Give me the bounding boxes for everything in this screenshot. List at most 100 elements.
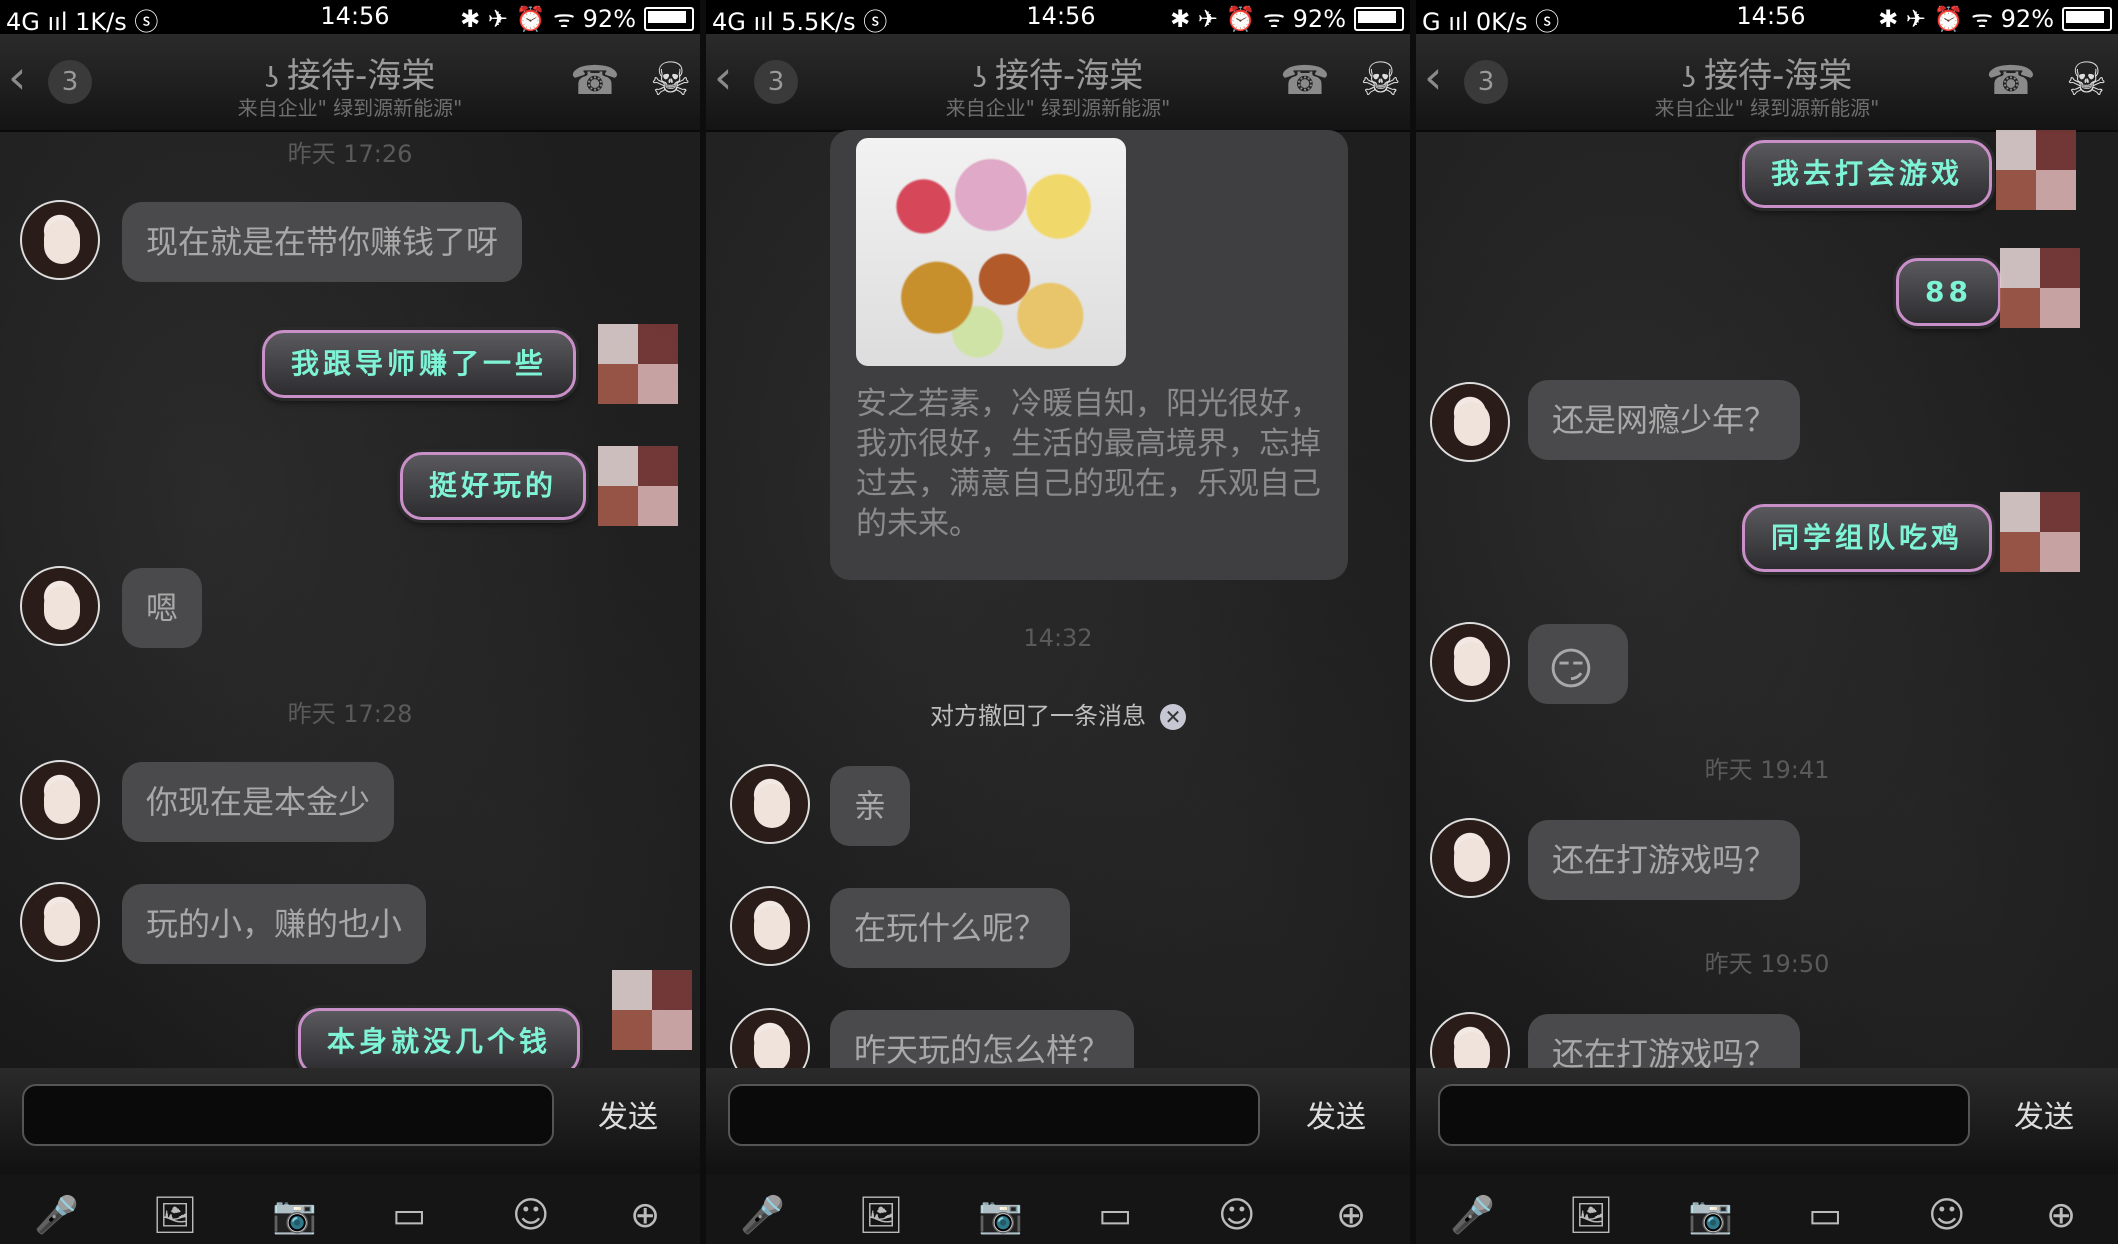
avatar[interactable] xyxy=(730,886,810,966)
skull-icon[interactable]: ☠ xyxy=(1360,52,1401,106)
battery-icon xyxy=(1354,6,1404,31)
avatar[interactable] xyxy=(20,566,100,646)
signal-indicator: 4G ııl 1K/s ⓢ xyxy=(6,8,159,36)
plus-icon[interactable]: ⊕ xyxy=(2046,1195,2076,1236)
emoji-icon[interactable]: ☺ xyxy=(1218,1195,1256,1236)
send-button[interactable]: 发送 xyxy=(2014,1092,2074,1136)
sent-message[interactable]: 我跟导师赚了一些 xyxy=(262,330,577,398)
avatar[interactable] xyxy=(1430,622,1510,702)
signal-indicator: 4G ııl 5.5K/s ⓢ xyxy=(712,8,888,36)
status-icons: ✱ ✈ ⏰ ᯤ 92% xyxy=(1878,2,2112,35)
card-icon[interactable]: ▭ xyxy=(1808,1195,1842,1236)
status-bar: 4G ııl 5.5K/s ⓢ 14:56 ✱ ✈ ⏰ ᯤ 92% xyxy=(706,0,1410,36)
timestamp: 昨天 17:28 xyxy=(287,700,413,728)
message-input[interactable] xyxy=(22,1084,554,1146)
input-bar: 发送 xyxy=(706,1068,1410,1174)
plus-icon[interactable]: ⊕ xyxy=(630,1195,660,1236)
image-icon[interactable]: 🖼 xyxy=(858,1194,904,1236)
received-message[interactable]: 现在就是在带你赚钱了呀 xyxy=(122,202,523,282)
screenshot-collage: 4G ııl 1K/s ⓢ 14:56 ✱ ✈ ⏰ ᯤ 92% ‹ 3 ʖ 接待-… xyxy=(0,0,2118,1244)
smirk-emoji-icon: 😏 xyxy=(1548,644,1594,695)
phone-icon[interactable]: ☎ xyxy=(1280,58,1330,104)
avatar[interactable] xyxy=(612,970,692,1050)
received-message[interactable]: 还在打游戏吗？ xyxy=(1528,820,1801,900)
skull-icon[interactable]: ☠ xyxy=(650,52,691,106)
status-icons: ✱ ✈ ⏰ ᯤ 92% xyxy=(1170,2,1404,35)
message-list: 昨天 17:26 现在就是在带你赚钱了呀 我跟导师赚了一些 挺好玩的 嗯 昨天 … xyxy=(0,130,700,1076)
image-icon[interactable]: 🖼 xyxy=(152,1194,198,1236)
avatar[interactable] xyxy=(598,324,678,404)
clock: 14:56 xyxy=(320,2,390,30)
sent-message[interactable]: 挺好玩的 xyxy=(400,452,587,520)
input-toolbar: 🎤 🖼 📷 ▭ ☺ ⊕ xyxy=(706,1174,1410,1244)
received-message[interactable]: 你现在是本金少 xyxy=(122,762,395,842)
macaron-photo[interactable] xyxy=(856,138,1126,366)
timestamp: 昨天 17:26 xyxy=(287,140,413,168)
sent-message[interactable]: 同学组队吃鸡 xyxy=(1742,504,1993,572)
status-bar: G ııl 0K/s ⓢ 14:56 ✱ ✈ ⏰ ᯤ 92% xyxy=(1416,0,2118,36)
battery-icon xyxy=(2062,6,2112,31)
input-bar: 发送 xyxy=(1416,1068,2118,1174)
avatar[interactable] xyxy=(20,760,100,840)
avatar[interactable] xyxy=(730,764,810,844)
microphone-icon[interactable]: 🎤 xyxy=(34,1194,79,1236)
earpiece-icon: ʖ xyxy=(264,61,279,94)
message-list: 安之若素，冷暖自知，阳光很好，我亦很好，生活的最高境界，忘掉过去，满意自己的现在… xyxy=(706,130,1410,1090)
timestamp: 昨天 19:50 xyxy=(1704,950,1830,978)
emoji-icon[interactable]: ☺ xyxy=(512,1195,550,1236)
sent-message[interactable]: 我去打会游戏 xyxy=(1742,140,1993,208)
emoji-icon[interactable]: ☺ xyxy=(1928,1195,1966,1236)
chat-panel-2: 4G ııl 5.5K/s ⓢ 14:56 ✱ ✈ ⏰ ᯤ 92% ‹ 3 ʖ接… xyxy=(706,0,1410,1244)
avatar[interactable] xyxy=(2000,492,2080,572)
send-button[interactable]: 发送 xyxy=(598,1092,658,1136)
recall-notice: 对方撤回了一条消息 ✕ xyxy=(706,696,1410,731)
card-caption: 安之若素，冷暖自知，阳光很好，我亦很好，生活的最高境界，忘掉过去，满意自己的现在… xyxy=(856,386,1321,542)
earpiece-icon: ʖ xyxy=(972,61,987,94)
avatar[interactable] xyxy=(598,446,678,526)
clock: 14:56 xyxy=(1026,2,1096,30)
chat-panel-3: G ııl 0K/s ⓢ 14:56 ✱ ✈ ⏰ ᯤ 92% ‹ 3 ʖ 接待-海… xyxy=(1416,0,2118,1244)
avatar[interactable] xyxy=(1996,130,2076,210)
phone-icon[interactable]: ☎ xyxy=(570,58,620,104)
received-message[interactable]: 在玩什么呢？ xyxy=(830,888,1071,968)
earpiece-icon: ʖ xyxy=(1681,61,1696,94)
camera-icon[interactable]: 📷 xyxy=(272,1194,317,1236)
chat-header: ‹ 3 ʖ 接待-海棠 来自企业" 绿到源新能源" ☎ ☠ xyxy=(0,34,700,132)
microphone-icon[interactable]: 🎤 xyxy=(1450,1194,1495,1236)
avatar[interactable] xyxy=(1430,382,1510,462)
image-icon[interactable]: 🖼 xyxy=(1568,1194,1614,1236)
microphone-icon[interactable]: 🎤 xyxy=(740,1194,785,1236)
avatar[interactable] xyxy=(20,882,100,962)
battery-icon xyxy=(644,6,694,31)
sent-message[interactable]: 本身就没几个钱 xyxy=(298,1008,581,1076)
signal-indicator: G ııl 0K/s ⓢ xyxy=(1422,8,1560,36)
received-message[interactable]: 玩的小，赚的也小 xyxy=(122,884,427,964)
card-icon[interactable]: ▭ xyxy=(392,1195,426,1236)
message-input[interactable] xyxy=(728,1084,1260,1146)
input-toolbar: 🎤 🖼 📷 ▭ ☺ ⊕ xyxy=(1416,1174,2118,1244)
avatar[interactable] xyxy=(1430,818,1510,898)
message-input[interactable] xyxy=(1438,1084,1970,1146)
camera-icon[interactable]: 📷 xyxy=(1688,1194,1733,1236)
message-list: 我去打会游戏 88 还是网瘾少年？ 同学组队吃鸡 😏 昨天 19:41 还在打游… xyxy=(1416,130,2118,1094)
chat-header: ‹ 3 ʖ 接待-海棠 来自企业" 绿到源新能源" ☎ ☠ xyxy=(706,34,1410,132)
input-bar: 发送 xyxy=(0,1068,700,1174)
status-icons: ✱ ✈ ⏰ ᯤ 92% xyxy=(460,2,694,35)
camera-icon[interactable]: 📷 xyxy=(978,1194,1023,1236)
close-icon[interactable]: ✕ xyxy=(1160,704,1186,730)
received-message[interactable]: 还是网瘾少年？ xyxy=(1528,380,1801,460)
input-toolbar: 🎤 🖼 📷 ▭ ☺ ⊕ xyxy=(0,1174,700,1244)
timestamp: 昨天 19:41 xyxy=(1704,756,1830,784)
avatar[interactable] xyxy=(2000,248,2080,328)
plus-icon[interactable]: ⊕ xyxy=(1336,1195,1366,1236)
phone-icon[interactable]: ☎ xyxy=(1986,58,2036,104)
sent-message[interactable]: 88 xyxy=(1896,258,2001,326)
send-button[interactable]: 发送 xyxy=(1306,1092,1366,1136)
received-message[interactable]: 嗯 xyxy=(122,568,203,648)
received-emoji-message[interactable]: 😏 xyxy=(1528,624,1628,704)
clock: 14:56 xyxy=(1736,2,1806,30)
skull-icon[interactable]: ☠ xyxy=(2066,52,2107,106)
received-message[interactable]: 亲 xyxy=(830,766,911,846)
card-icon[interactable]: ▭ xyxy=(1098,1195,1132,1236)
avatar[interactable] xyxy=(20,200,100,280)
